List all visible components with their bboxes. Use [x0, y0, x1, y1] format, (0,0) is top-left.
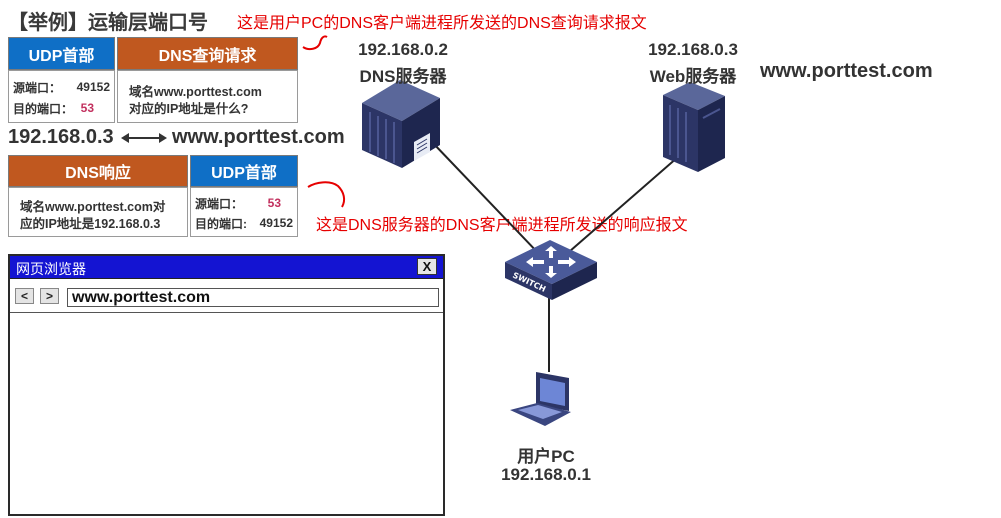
query-dst-port-row: 目的端口： 53	[13, 99, 110, 117]
server-doc-panel	[414, 133, 430, 161]
switch-right-face	[552, 262, 597, 300]
server-left-face	[663, 95, 698, 172]
query-dns-header: DNS查询请求	[117, 37, 298, 70]
user-pc-name: 用户PC	[517, 447, 575, 466]
query-body-cell: 域名www.porttest.com 对应的IP地址是什么?	[117, 70, 298, 123]
server-left-face	[362, 103, 402, 168]
back-button[interactable]: <	[15, 288, 34, 304]
query-port-cell: 源端口： 49152 目的端口： 53	[8, 70, 115, 123]
dst-port-label: 目的端口:	[195, 216, 247, 231]
dns-server-icon	[362, 80, 440, 168]
response-dst-port-row: 目的端口: 49152	[195, 214, 293, 232]
link-web-switch	[561, 149, 687, 259]
web-server-domain: www.porttest.com	[760, 60, 933, 82]
laptop-base	[510, 403, 571, 426]
link-dns-switch	[431, 141, 542, 257]
response-udp-header: UDP首部	[190, 155, 298, 187]
server-right-face	[402, 98, 440, 168]
response-src-port-row: 源端口： 53	[195, 194, 293, 212]
browser-titlebar[interactable]: 网页浏览器 X	[10, 256, 443, 279]
mapping-ip: 192.168.0.3	[8, 126, 114, 148]
dns-query-packet: UDP首部 DNS查询请求 源端口： 49152 目的端口： 53 域名www.…	[8, 37, 298, 123]
switch-arrows	[526, 246, 576, 278]
dns-response-packet: DNS响应 UDP首部 域名www.porttest.com对 应的IP地址是1…	[8, 155, 298, 237]
query-squiggle	[302, 35, 328, 51]
switch-left-face	[505, 262, 552, 300]
dst-port-label: 目的端口：	[13, 101, 74, 116]
close-button[interactable]: X	[417, 258, 437, 275]
laptop-screen	[540, 378, 565, 406]
toolbar-separator	[10, 312, 443, 313]
slide-title: 【举例】运输层端口号	[8, 12, 208, 34]
user-pc-ip: 192.168.0.1	[501, 465, 591, 484]
query-body-line-2: 对应的IP地址是什么?	[129, 102, 249, 116]
src-port-value: 53	[267, 196, 281, 210]
laptop-keyboard	[518, 405, 562, 419]
switch-label: SWITCH	[511, 271, 547, 294]
dst-port-value: 53	[80, 101, 94, 115]
browser-window: 网页浏览器 X < > www.porttest.com	[8, 254, 445, 516]
web-server-name: Web服务器	[649, 67, 737, 86]
mapping-domain: www.porttest.com	[172, 126, 345, 148]
src-port-label: 源端口：	[13, 80, 62, 95]
server-right-face	[698, 96, 725, 172]
laptop-screen-frame	[536, 372, 569, 411]
response-body-line-2: 应的IP地址是192.168.0.3	[20, 217, 161, 231]
dns-server-name: DNS服务器	[359, 67, 447, 86]
response-port-cell: 源端口： 53 目的端口: 49152	[190, 187, 298, 237]
double-arrow-icon	[121, 133, 167, 143]
browser-content-area[interactable]	[10, 314, 443, 514]
response-dns-header: DNS响应	[8, 155, 188, 187]
forward-button[interactable]: >	[40, 288, 59, 304]
response-annotation: 这是DNS服务器的DNS客户端进程所发送的响应报文	[316, 217, 688, 234]
src-port-label: 源端口：	[195, 196, 244, 211]
browser-title: 网页浏览器	[16, 261, 86, 277]
query-annotation: 这是用户PC的DNS客户端进程所发送的DNS查询请求报文	[237, 15, 647, 32]
address-bar[interactable]: www.porttest.com	[67, 288, 439, 307]
switch-icon: SWITCH	[505, 240, 597, 300]
laptop-icon	[510, 372, 571, 426]
query-src-port-row: 源端口： 49152	[13, 78, 110, 96]
switch-top-face	[505, 240, 597, 284]
src-port-value: 49152	[76, 80, 110, 94]
web-server-icon	[663, 82, 725, 172]
response-body-cell: 域名www.porttest.com对 应的IP地址是192.168.0.3	[8, 187, 188, 237]
dst-port-value: 49152	[259, 216, 293, 230]
web-server-ip: 192.168.0.3	[648, 40, 738, 59]
query-udp-header: UDP首部	[8, 37, 115, 70]
response-squiggle	[307, 181, 346, 208]
dns-server-ip: 192.168.0.2	[358, 40, 448, 59]
